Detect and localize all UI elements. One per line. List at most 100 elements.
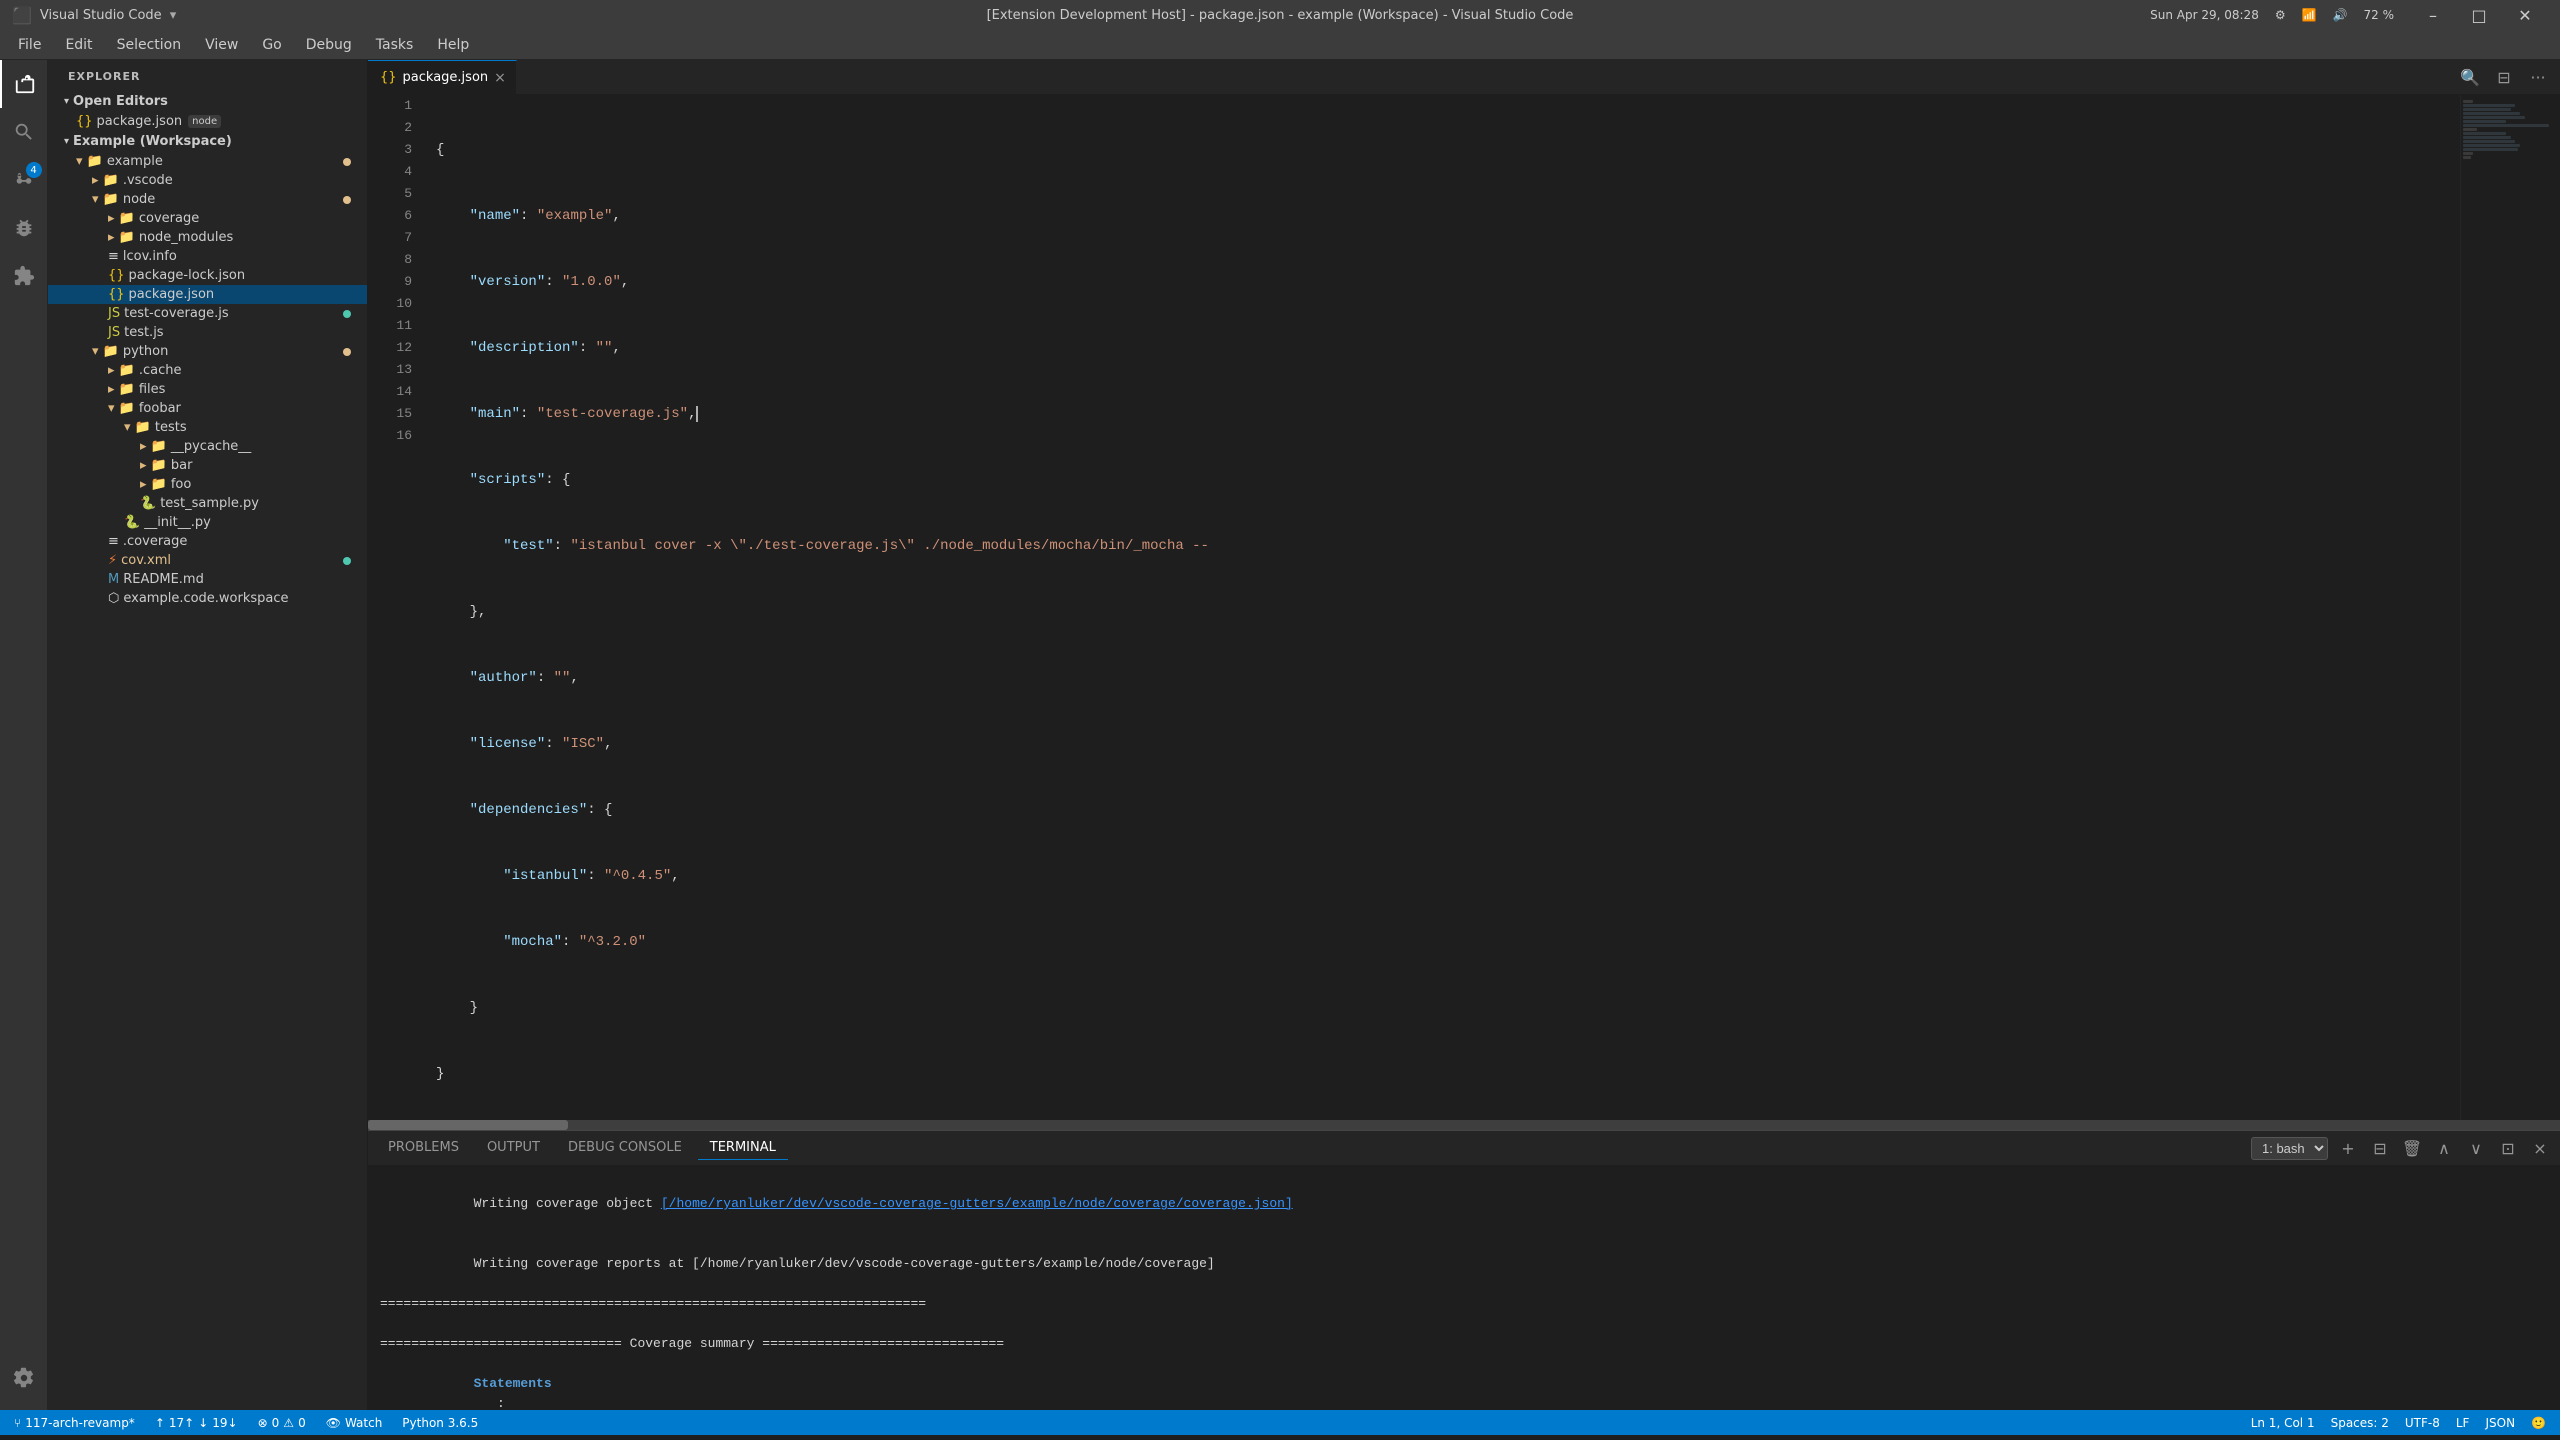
split-editor-icon[interactable]: ⊟ xyxy=(2490,63,2518,91)
tree-tests[interactable]: ▾ 📁 tests xyxy=(48,418,367,437)
tree-readme[interactable]: M README.md xyxy=(48,570,367,589)
tests-folder-icon: ▾ 📁 xyxy=(124,420,151,435)
example-folder-icon: ▾ 📁 xyxy=(76,154,103,169)
code-line-15: } xyxy=(436,1063,2460,1085)
tree-node-modules[interactable]: ▸ 📁 node_modules xyxy=(48,228,367,247)
tree-test-sample[interactable]: 🐍 test_sample.py xyxy=(48,494,367,513)
sync-item[interactable]: ↑ 17↑ ↓ 19↓ xyxy=(151,1416,242,1430)
position-item[interactable]: Ln 1, Col 1 xyxy=(2247,1416,2319,1430)
tab-debug-console[interactable]: DEBUG CONSOLE xyxy=(556,1136,694,1160)
maximize-button[interactable]: □ xyxy=(2456,0,2502,30)
language-item[interactable]: JSON xyxy=(2481,1416,2519,1430)
cache-folder-icon: ▸ 📁 xyxy=(108,363,135,378)
tab-package-json[interactable]: {} package.json × xyxy=(368,60,517,94)
open-editors-label: Open Editors xyxy=(73,94,168,109)
tab-problems[interactable]: PROBLEMS xyxy=(376,1136,471,1160)
editor-scrollbar[interactable] xyxy=(368,1120,2560,1130)
terminal-scroll-up[interactable]: ∧ xyxy=(2432,1136,2456,1160)
term-line-6: Statements : 95.35% ( 41/43 ) xyxy=(380,1354,2548,1410)
test-coverage-dot xyxy=(343,310,351,318)
feedback-item[interactable]: 🙂 xyxy=(2527,1416,2550,1430)
menu-tasks[interactable]: Tasks xyxy=(366,33,424,57)
json-icon: {} xyxy=(76,114,93,129)
activity-search[interactable] xyxy=(0,108,48,156)
workspace-file-icon: ⬡ xyxy=(108,591,119,606)
tree-workspace-file[interactable]: ⬡ example.code.workspace xyxy=(48,589,367,608)
trash-terminal-icon[interactable]: 🗑 xyxy=(2400,1136,2424,1160)
tree-package-lock[interactable]: {} package-lock.json xyxy=(48,266,367,285)
activity-settings[interactable] xyxy=(0,1354,48,1402)
tree-bar[interactable]: ▸ 📁 bar xyxy=(48,456,367,475)
tree-foo[interactable]: ▸ 📁 foo xyxy=(48,475,367,494)
tree-package-json[interactable]: {} package.json xyxy=(48,285,367,304)
code-editor[interactable]: 12345 678910 1112131415 16 { "name": "ex… xyxy=(368,95,2560,1120)
spaces-item[interactable]: Spaces: 2 xyxy=(2327,1416,2393,1430)
workspace-header[interactable]: ▾ Example (Workspace) xyxy=(48,131,367,152)
titlebar: ⬛ Visual Studio Code ▾ [Extension Develo… xyxy=(0,0,2560,30)
activity-extensions[interactable] xyxy=(0,252,48,300)
app-icon: ⬛ xyxy=(12,6,32,25)
tree-pycache[interactable]: ▸ 📁 __pycache__ xyxy=(48,437,367,456)
open-editors-header[interactable]: ▾ Open Editors xyxy=(48,91,367,112)
tree-dot-coverage[interactable]: ≡ .coverage xyxy=(48,532,367,551)
tree-vscode[interactable]: ▸ 📁 .vscode xyxy=(48,171,367,190)
menu-selection[interactable]: Selection xyxy=(107,33,192,57)
tree-coverage[interactable]: ▸ 📁 coverage xyxy=(48,209,367,228)
scrollbar-thumb[interactable] xyxy=(368,1120,568,1130)
settings-icon[interactable]: ⚙ xyxy=(2275,8,2286,22)
terminal-content[interactable]: Writing coverage object [/home/ryanluker… xyxy=(368,1166,2560,1410)
node-modules-folder-icon: ▸ 📁 xyxy=(108,230,135,245)
main-layout: 4 Explorer ▾ Open Editors {} package.jso… xyxy=(0,60,2560,1410)
panel-toolbar: 1: bash + ⊟ 🗑 ∧ ∨ ⊡ × xyxy=(2251,1136,2552,1160)
menu-view[interactable]: View xyxy=(195,33,248,57)
encoding-item[interactable]: UTF-8 xyxy=(2401,1416,2444,1430)
tree-lcov[interactable]: ≡ lcov.info xyxy=(48,247,367,266)
tree-cov-xml[interactable]: ⚡ cov.xml xyxy=(48,551,367,570)
coverage-link-1[interactable]: [/home/ryanluker/dev/vscode-coverage-gut… xyxy=(661,1196,1293,1211)
open-editor-package-json[interactable]: {} package.json node xyxy=(48,112,367,131)
menu-help[interactable]: Help xyxy=(427,33,479,57)
node-label: node xyxy=(123,192,155,207)
search-editor-icon[interactable]: 🔍 xyxy=(2456,63,2484,91)
tree-test-coverage[interactable]: JS test-coverage.js xyxy=(48,304,367,323)
foobar-folder-icon: ▾ 📁 xyxy=(108,401,135,416)
tree-files[interactable]: ▸ 📁 files xyxy=(48,380,367,399)
tab-output[interactable]: OUTPUT xyxy=(475,1136,552,1160)
tree-cache[interactable]: ▸ 📁 .cache xyxy=(48,361,367,380)
tab-close-button[interactable]: × xyxy=(494,70,506,86)
tree-foobar[interactable]: ▾ 📁 foobar xyxy=(48,399,367,418)
tree-node[interactable]: ▾ 📁 node xyxy=(48,190,367,209)
close-button[interactable]: ✕ xyxy=(2502,0,2548,30)
activity-debug[interactable] xyxy=(0,204,48,252)
terminal-scroll-down[interactable]: ∨ xyxy=(2464,1136,2488,1160)
open-editors-arrow: ▾ xyxy=(64,96,69,107)
tab-terminal[interactable]: TERMINAL xyxy=(698,1136,788,1160)
tree-example[interactable]: ▾ 📁 example xyxy=(48,152,367,171)
shell-selector[interactable]: 1: bash xyxy=(2251,1137,2328,1160)
tree-test-js[interactable]: JS test.js xyxy=(48,323,367,342)
split-terminal-icon[interactable]: ⊟ xyxy=(2368,1136,2392,1160)
menu-file[interactable]: File xyxy=(8,33,51,57)
close-panel-icon[interactable]: × xyxy=(2528,1136,2552,1160)
activity-explorer[interactable] xyxy=(0,60,48,108)
activity-source-control[interactable]: 4 xyxy=(0,156,48,204)
menu-edit[interactable]: Edit xyxy=(55,33,102,57)
more-actions-icon[interactable]: ··· xyxy=(2524,63,2552,91)
titlebar-dropdown[interactable]: ▾ xyxy=(170,8,177,23)
new-terminal-icon[interactable]: + xyxy=(2336,1136,2360,1160)
menu-go[interactable]: Go xyxy=(252,33,291,57)
python-item[interactable]: Python 3.6.5 xyxy=(398,1416,482,1430)
menu-debug[interactable]: Debug xyxy=(296,33,362,57)
tree-python[interactable]: ▾ 📁 python xyxy=(48,342,367,361)
errors-item[interactable]: ⊗ 0 ⚠ 0 xyxy=(254,1416,310,1430)
git-branch-item[interactable]: ⑂ 117-arch-revamp* xyxy=(10,1416,139,1430)
tree-init-py[interactable]: 🐍 __init__.py xyxy=(48,513,367,532)
watch-item[interactable]: 👁 Watch xyxy=(322,1416,387,1430)
code-content[interactable]: { "name": "example", "version": "1.0.0",… xyxy=(420,95,2460,1120)
foo-folder-icon: ▸ 📁 xyxy=(140,477,167,492)
maximize-panel-icon[interactable]: ⊡ xyxy=(2496,1136,2520,1160)
line-ending-item[interactable]: LF xyxy=(2452,1416,2474,1430)
example-label: example xyxy=(107,154,163,169)
source-control-badge: 4 xyxy=(26,162,42,178)
minimize-button[interactable]: – xyxy=(2410,0,2456,30)
